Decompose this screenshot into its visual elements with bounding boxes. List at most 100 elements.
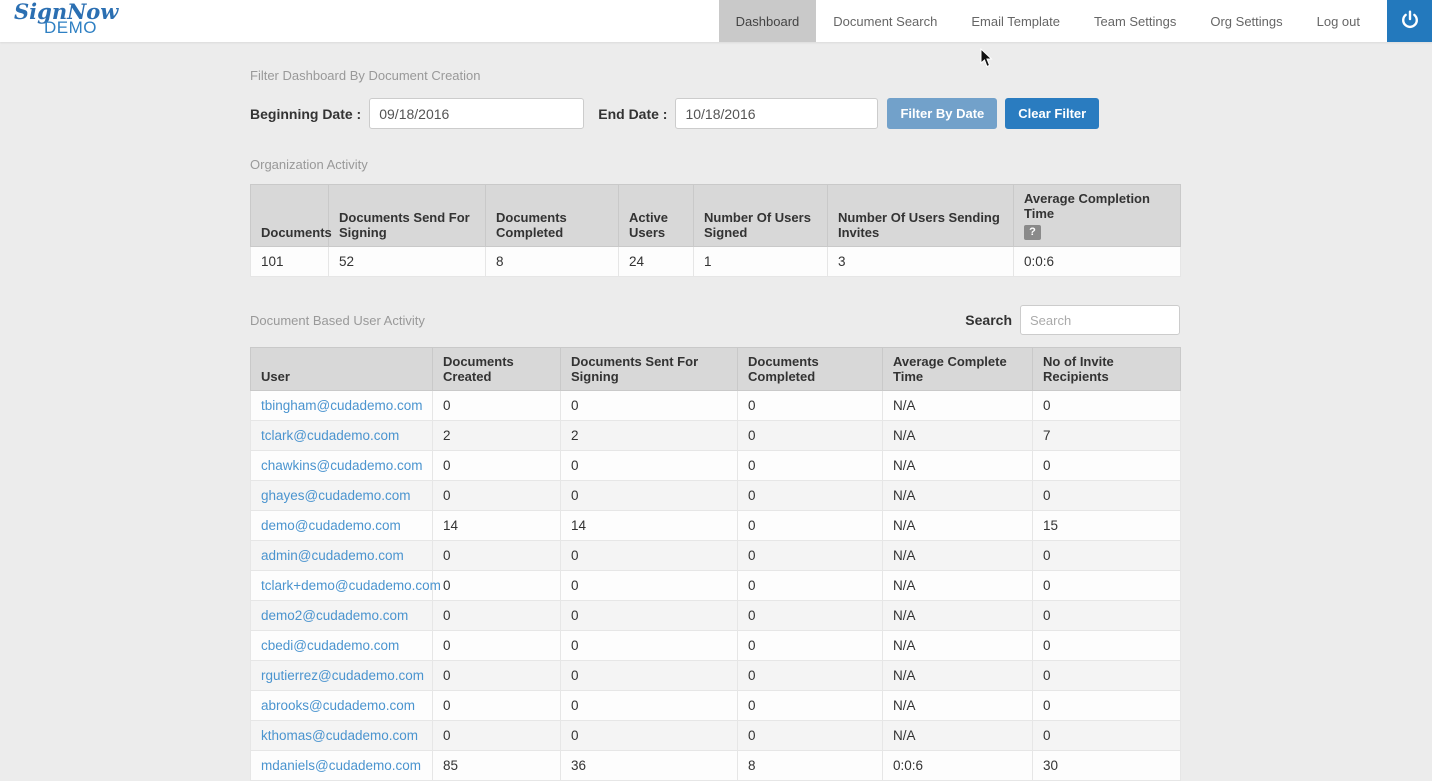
user-email-link[interactable]: kthomas@cudademo.com (261, 728, 418, 743)
cell-value: 2 (433, 421, 561, 451)
cell-value: 0 (433, 481, 561, 511)
cell-value: 0 (1033, 571, 1181, 601)
nav-item-log-out[interactable]: Log out (1300, 0, 1377, 42)
cell-value: 0 (561, 481, 738, 511)
cell-value: 0 (738, 601, 883, 631)
cell-value: 24 (619, 247, 694, 277)
org-activity-section-title: Organization Activity (250, 157, 1180, 172)
cell-value: N/A (883, 601, 1033, 631)
cell-value: 0 (1033, 391, 1181, 421)
cell-value: N/A (883, 511, 1033, 541)
column-header: No of Invite Recipients (1033, 348, 1181, 391)
user-email-link[interactable]: mdaniels@cudademo.com (261, 758, 421, 773)
beginning-date-input[interactable] (369, 98, 584, 129)
nav-item-team-settings[interactable]: Team Settings (1077, 0, 1193, 42)
cell-value: 0 (1033, 601, 1181, 631)
cell-value: N/A (883, 691, 1033, 721)
cell-value: 3 (828, 247, 1014, 277)
top-nav: SignNow DEMO Dashboard Document Search E… (0, 0, 1432, 42)
user-cell: mdaniels@cudademo.com (251, 751, 433, 781)
cell-value: 0:0:6 (883, 751, 1033, 781)
cell-value: 0 (433, 541, 561, 571)
cell-value: 0 (738, 631, 883, 661)
logo[interactable]: SignNow DEMO (14, 1, 118, 36)
column-header: Average Completion Time ? (1014, 185, 1181, 247)
user-email-link[interactable]: chawkins@cudademo.com (261, 458, 423, 473)
cell-value: 0 (738, 691, 883, 721)
search-box: Search (965, 305, 1180, 335)
power-icon (1399, 9, 1421, 34)
user-email-link[interactable]: demo2@cudademo.com (261, 608, 408, 623)
cell-value: N/A (883, 391, 1033, 421)
end-date-input[interactable] (675, 98, 878, 129)
user-cell: cbedi@cudademo.com (251, 631, 433, 661)
cell-value: 0 (561, 391, 738, 421)
cell-value: 52 (329, 247, 486, 277)
user-email-link[interactable]: admin@cudademo.com (261, 548, 404, 563)
cell-value: 0 (433, 631, 561, 661)
table-row: tclark+demo@cudademo.com000N/A0 (251, 571, 1181, 601)
column-header: Number Of Users Sending Invites (828, 185, 1014, 247)
user-cell: tbingham@cudademo.com (251, 391, 433, 421)
cell-value: 0 (738, 571, 883, 601)
user-activity-table: User Documents Created Documents Sent Fo… (250, 347, 1181, 781)
cell-value: 0 (433, 691, 561, 721)
user-email-link[interactable]: cbedi@cudademo.com (261, 638, 399, 653)
cell-value: 0 (1033, 691, 1181, 721)
cell-value: N/A (883, 661, 1033, 691)
column-header: Average Complete Time (883, 348, 1033, 391)
cell-value: 0:0:6 (1014, 247, 1181, 277)
user-email-link[interactable]: demo@cudademo.com (261, 518, 401, 533)
cell-value: 8 (738, 751, 883, 781)
cell-value: 0 (738, 721, 883, 751)
table-row: admin@cudademo.com000N/A0 (251, 541, 1181, 571)
cell-value: N/A (883, 481, 1033, 511)
cell-value: 7 (1033, 421, 1181, 451)
cell-value: N/A (883, 721, 1033, 751)
user-email-link[interactable]: abrooks@cudademo.com (261, 698, 415, 713)
table-row: mdaniels@cudademo.com853680:0:630 (251, 751, 1181, 781)
user-email-link[interactable]: tclark@cudademo.com (261, 428, 399, 443)
nav-item-org-settings[interactable]: Org Settings (1193, 0, 1299, 42)
table-row: tbingham@cudademo.com000N/A0 (251, 391, 1181, 421)
table-row: tclark@cudademo.com220N/A7 (251, 421, 1181, 451)
column-header: Number Of Users Signed (694, 185, 828, 247)
cell-value: 2 (561, 421, 738, 451)
cell-value: 30 (1033, 751, 1181, 781)
logout-power-button[interactable] (1387, 0, 1432, 42)
cell-value: 0 (433, 451, 561, 481)
cell-value: 101 (251, 247, 329, 277)
table-row: demo2@cudademo.com000N/A0 (251, 601, 1181, 631)
column-header: Documents Send For Signing (329, 185, 486, 247)
cell-value: 0 (433, 391, 561, 421)
nav-item-email-template[interactable]: Email Template (954, 0, 1077, 42)
user-activity-section-title: Document Based User Activity (250, 313, 425, 328)
cell-value: 0 (738, 661, 883, 691)
nav-item-document-search[interactable]: Document Search (816, 0, 954, 42)
filter-row: Beginning Date : End Date : Filter By Da… (250, 98, 1180, 129)
user-cell: tclark@cudademo.com (251, 421, 433, 451)
nav-item-dashboard[interactable]: Dashboard (719, 0, 817, 42)
user-cell: tclark+demo@cudademo.com (251, 571, 433, 601)
help-icon[interactable]: ? (1024, 225, 1041, 240)
cell-value: 0 (1033, 451, 1181, 481)
user-email-link[interactable]: rgutierrez@cudademo.com (261, 668, 424, 683)
cell-value: 15 (1033, 511, 1181, 541)
clear-filter-button[interactable]: Clear Filter (1005, 98, 1099, 129)
cell-value: 0 (433, 721, 561, 751)
column-header-label: Average Completion Time (1024, 191, 1150, 221)
user-cell: demo2@cudademo.com (251, 601, 433, 631)
end-date-label: End Date : (598, 106, 667, 122)
filter-by-date-button[interactable]: Filter By Date (887, 98, 997, 129)
user-email-link[interactable]: ghayes@cudademo.com (261, 488, 411, 503)
user-cell: rgutierrez@cudademo.com (251, 661, 433, 691)
user-email-link[interactable]: tclark+demo@cudademo.com (261, 578, 441, 593)
search-label: Search (965, 312, 1012, 328)
user-activity-head: Document Based User Activity Search (250, 305, 1180, 335)
user-email-link[interactable]: tbingham@cudademo.com (261, 398, 423, 413)
cell-value: 0 (561, 451, 738, 481)
cell-value: 0 (1033, 481, 1181, 511)
cell-value: 0 (561, 661, 738, 691)
search-input[interactable] (1020, 305, 1180, 335)
user-cell: abrooks@cudademo.com (251, 691, 433, 721)
